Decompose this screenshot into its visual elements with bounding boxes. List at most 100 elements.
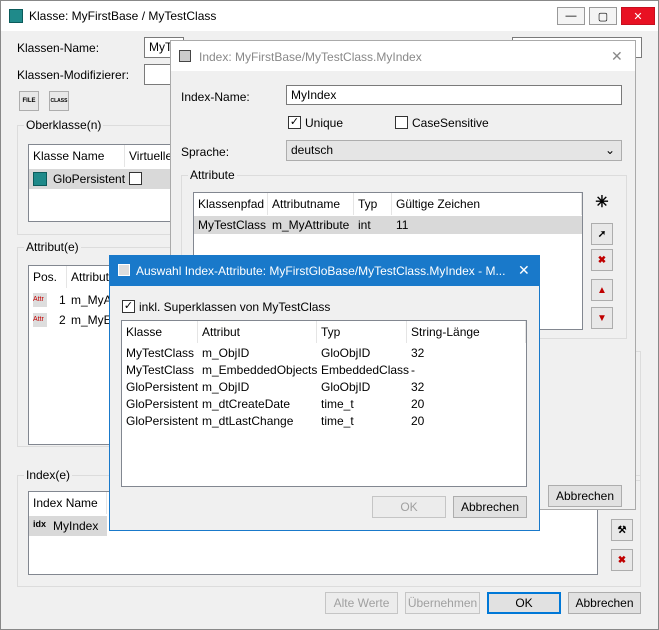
attribute-list[interactable]: Pos. Attribut Attr 1 m_MyAt Attr 2 m_MyE [28,265,118,445]
col-klasse[interactable]: Klasse [122,321,198,343]
table-row[interactable]: MyTestClass m_MyAttribute int 11 [194,216,582,234]
sprache-label: Sprache: [181,145,230,159]
col-attribut[interactable]: Attribut [198,321,317,343]
row-attribut: m_ObjID [202,380,250,394]
select-dialog-icon [118,264,130,276]
close-button[interactable]: ✕ [621,7,655,25]
maximize-button[interactable]: ▢ [589,7,617,25]
up-attribute-icon[interactable]: ▲ [591,279,613,301]
row-klassenpfad: MyTestClass [198,218,267,232]
main-title: Klasse: MyFirstBase / MyTestClass [29,9,217,23]
sprache-value: deutsch [291,143,334,157]
table-row[interactable]: MyTestClass m_EmbeddedObjects EmbeddedCl… [122,362,526,379]
add-attribute-icon[interactable]: ✳ [591,191,613,213]
attr-icon: Attr [33,293,47,307]
row-klasse: GloPersistent [126,414,199,428]
remove-index-icon[interactable]: ✖ [611,549,633,571]
row-klasse: GloPersistent [126,397,199,411]
row-attribut: m_dtCreateDate [202,397,291,411]
case-sensitive-label: CaseSensitive [412,116,489,130]
col-attributname[interactable]: Attributname [268,193,354,215]
row-klasse: MyTestClass [126,363,195,377]
attribute-index-label: Attribute [188,168,237,182]
row-laenge: - [411,363,415,377]
down-attribute-icon[interactable]: ▼ [591,307,613,329]
superklassen-label: inkl. Superklassen von MyTestClass [139,300,331,314]
col-klassenpfad[interactable]: Klassenpfad [194,193,268,215]
select-attribute-list[interactable]: Klasse Attribut Typ String-Länge MyTestC… [121,320,527,487]
index-name: MyIndex [53,519,99,533]
col-string-laenge[interactable]: String-Länge [407,321,526,343]
table-row[interactable]: Attr 2 m_MyE [29,310,117,330]
select-dialog-title: Auswahl Index-Attribute: MyFirstGloBase/… [136,264,506,278]
attr-pos: 2 [59,313,66,327]
row-laenge: 32 [411,380,425,394]
table-row[interactable]: GloPersistent m_ObjID GloObjID 32 [122,379,526,396]
table-row[interactable]: Attr 1 m_MyAt [29,290,117,310]
virtuelle-checkbox[interactable] [129,172,142,185]
table-row[interactable]: idx MyIndex [29,516,107,536]
attr-pos: 1 [59,293,66,307]
ok-button[interactable]: OK [487,592,561,614]
oberklasse-group-label: Oberklasse(n) [24,118,104,132]
class-icon-small [33,172,47,186]
abbrechen-button[interactable]: Abbrechen [568,592,641,614]
index-dialog-title: Index: MyFirstBase/MyTestClass.MyIndex [199,50,422,64]
row-laenge: 32 [411,346,425,360]
alte-werte-button[interactable]: Alte Werte [325,592,398,614]
row-attribut: m_EmbeddedObjects [202,363,318,377]
col-index-name[interactable]: Index Name [29,492,107,514]
delete-attribute-icon[interactable]: ✖ [591,249,613,271]
row-typ: time_t [321,414,354,428]
move-attribute-icon[interactable]: ➚ [591,223,613,245]
index-abbrechen-button[interactable]: Abbrechen [548,485,622,507]
unique-label: Unique [305,116,344,130]
row-typ: time_t [321,397,354,411]
index-dialog-icon [179,50,191,62]
idx-icon: idx [33,519,47,529]
unique-checkbox[interactable]: ✓ [288,116,301,129]
oberklasse-list[interactable]: Klasse Name Virtuelle GloPersistent [28,144,178,222]
case-sensitive-checkbox[interactable] [395,116,408,129]
row-klasse: MyTestClass [126,346,195,360]
file-icon[interactable]: FILE [19,91,39,111]
col-klasse-name[interactable]: Klasse Name [29,145,125,167]
row-zeichen: 11 [396,218,409,232]
minimize-button[interactable]: — [557,7,585,25]
row-laenge: 20 [411,414,425,428]
index-name-input[interactable]: MyIndex [286,85,622,105]
row-klasse: GloPersistent [126,380,199,394]
table-row[interactable]: GloPersistent m_dtCreateDate time_t 20 [122,396,526,413]
superklassen-checkbox[interactable]: ✓ [122,300,135,313]
add-index-icon[interactable]: ⚒ [611,519,633,541]
attr-icon: Attr [33,313,47,327]
class-icon[interactable]: CLASS [49,91,69,111]
row-attribut: m_ObjID [202,346,250,360]
attr-name: m_MyE [71,313,112,327]
modifizierer-label: Klassen-Modifizierer: [17,68,130,82]
col-typ[interactable]: Typ [317,321,407,343]
row-typ: GloObjID [321,346,371,360]
index-titlebar: Index: MyFirstBase/MyTestClass.MyIndex ✕ [171,41,635,71]
select-dialog: Auswahl Index-Attribute: MyFirstGloBase/… [109,255,540,531]
sprache-select[interactable]: deutsch ⌄ [286,140,622,161]
index-name-label: Index-Name: [181,90,250,104]
table-row[interactable]: GloPersistent [29,169,177,189]
select-titlebar: Auswahl Index-Attribute: MyFirstGloBase/… [110,256,539,286]
col-gueltige-zeichen[interactable]: Gültige Zeichen [392,193,582,215]
attribute-group-label: Attribut(e) [24,240,81,254]
row-attributname: m_MyAttribute [272,218,350,232]
row-attribut: m_dtLastChange [202,414,294,428]
select-ok-button[interactable]: OK [372,496,446,518]
select-abbrechen-button[interactable]: Abbrechen [453,496,527,518]
chevron-down-icon: ⌄ [604,143,615,157]
close-icon[interactable]: ✕ [611,48,623,65]
oberklasse-name: GloPersistent [53,172,126,186]
app-icon [9,9,23,23]
table-row[interactable]: GloPersistent m_dtLastChange time_t 20 [122,413,526,430]
col-pos[interactable]: Pos. [29,266,67,288]
col-typ[interactable]: Typ [354,193,392,215]
uebernehmen-button[interactable]: Übernehmen [405,592,480,614]
table-row[interactable]: MyTestClass m_ObjID GloObjID 32 [122,345,526,362]
close-icon[interactable]: ✕ [518,262,530,279]
